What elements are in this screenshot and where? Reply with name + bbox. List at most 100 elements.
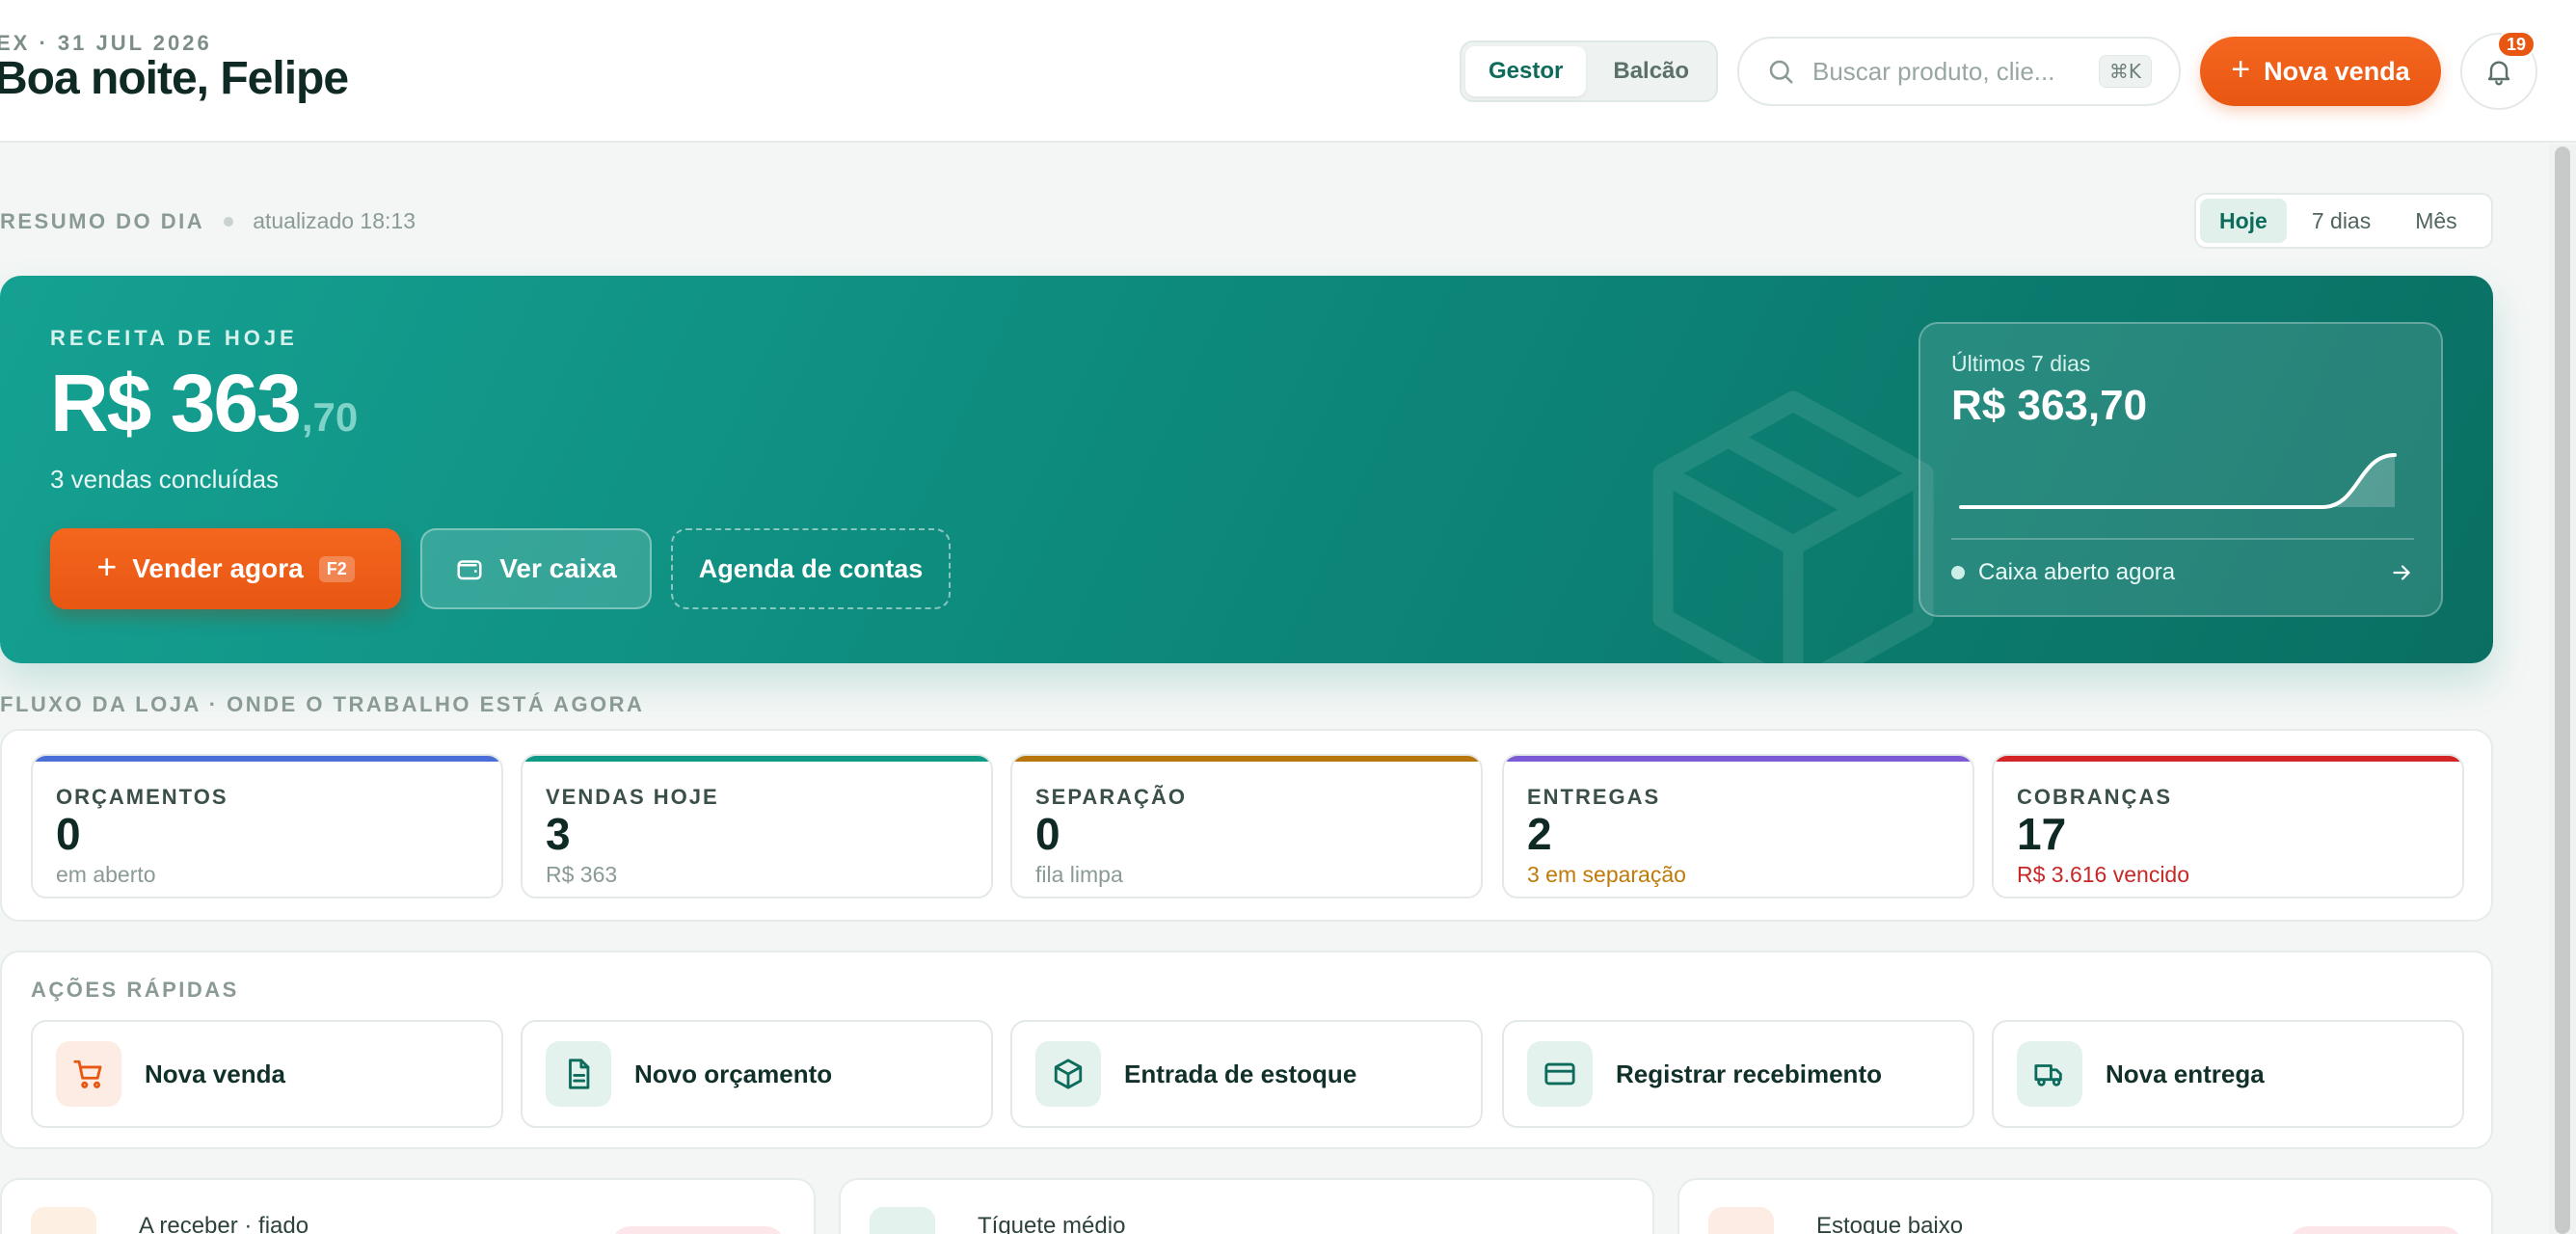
range-month-button[interactable]: Mês [2396, 199, 2476, 243]
quick-action-register-payment[interactable]: Registrar recebimento [1502, 1020, 1974, 1128]
wallet-icon [457, 560, 482, 580]
flow-card-title: VENDAS HOJE [546, 785, 719, 809]
new-sale-button[interactable]: + Nova venda [2200, 37, 2441, 106]
flow-card-value: 2 [1527, 809, 1552, 859]
search-placeholder: Buscar produto, clie... [1812, 56, 2055, 86]
revenue-amount: R$ 363 ,70 [50, 357, 358, 450]
card-icon [1544, 1062, 1575, 1086]
receivables-icon [31, 1207, 96, 1234]
notifications-badge: 19 [2497, 31, 2536, 58]
sell-shortcut: F2 [318, 555, 355, 582]
flow-card-orcamentos[interactable]: ORÇAMENTOS 0 em aberto [31, 754, 503, 899]
bottom-card-title: Estoque baixo [1816, 1213, 1964, 1234]
low-stock-card[interactable]: Estoque baixo [1677, 1178, 2493, 1234]
sell-now-button[interactable]: + Vender agora F2 [50, 528, 401, 609]
cash-status-text: Caixa aberto agora [1978, 559, 2176, 585]
flow-card-title: ENTREGAS [1527, 785, 1661, 809]
spark-divider [1951, 538, 2414, 540]
flow-card-entregas[interactable]: ENTREGAS 2 3 em separação [1502, 754, 1974, 899]
top-header: EX · 31 JUL 2026 Boa noite, Felipe Gesto… [0, 0, 2576, 143]
range-today-button[interactable]: Hoje [2200, 199, 2287, 243]
quick-action-stock-entry[interactable]: Entrada de estoque [1010, 1020, 1483, 1128]
flow-card-value: 0 [56, 809, 81, 859]
bottom-card-pill [611, 1226, 785, 1234]
spark-value: R$ 363,70 [1951, 382, 2148, 429]
arrow-right-icon[interactable] [2389, 560, 2414, 585]
range-switch: Hoje 7 dias Mês [2194, 193, 2493, 249]
new-sale-label: Nova venda [2264, 56, 2410, 86]
flow-card-bar [1994, 756, 2462, 762]
revenue-hero-card: RECEITA DE HOJE R$ 363 ,70 3 vendas conc… [0, 276, 2493, 663]
average-ticket-card[interactable]: Tíquete médio [839, 1178, 1654, 1234]
flow-card-value: 0 [1035, 809, 1060, 859]
flow-card-value: 3 [546, 809, 571, 859]
quick-action-label: Entrada de estoque [1124, 1059, 1357, 1088]
range-7days-button[interactable]: 7 dias [2293, 199, 2390, 243]
qa-icon-wrap [1035, 1041, 1101, 1107]
flow-card-bar [523, 756, 991, 762]
low-stock-icon [1708, 1207, 1774, 1234]
quick-action-label: Novo orçamento [634, 1059, 833, 1088]
bottom-card-pill [2289, 1226, 2462, 1234]
revenue-amount-cents: ,70 [301, 394, 359, 440]
quick-action-label: Nova venda [145, 1059, 285, 1088]
bottom-card-title: A receber · fiado [139, 1213, 309, 1234]
receivables-card[interactable]: A receber · fiado [0, 1178, 816, 1234]
flow-card-vendas[interactable]: VENDAS HOJE 3 R$ 363 [521, 754, 993, 899]
flow-card-title: ORÇAMENTOS [56, 785, 228, 809]
status-dot [1951, 566, 1965, 579]
qa-icon-wrap [2017, 1041, 2082, 1107]
sell-now-label: Vender agora [132, 553, 304, 583]
quick-action-new-quote[interactable]: Novo orçamento [521, 1020, 993, 1128]
flow-card-sub: em aberto [56, 862, 156, 887]
quick-action-new-sale[interactable]: Nova venda [31, 1020, 503, 1128]
flow-card-bar [1504, 756, 1972, 762]
flow-card-value: 17 [2017, 809, 2067, 859]
search-input[interactable]: Buscar produto, clie... ⌘K [1737, 37, 2181, 106]
cash-status-row: Caixa aberto agora [1951, 559, 2414, 586]
flow-card-sub: R$ 363 [546, 862, 618, 887]
scrollbar-thumb[interactable] [2555, 147, 2570, 1234]
view-cash-label: Ver caixa [499, 553, 617, 583]
quick-action-label: Nova entrega [2106, 1059, 2265, 1088]
qa-icon-wrap [546, 1041, 611, 1107]
flow-card-bar [1012, 756, 1481, 762]
flow-card-separacao[interactable]: SEPARAÇÃO 0 fila limpa [1010, 754, 1483, 899]
flow-card-sub: R$ 3.616 vencido [2017, 862, 2190, 887]
search-icon [1769, 60, 1793, 84]
bell-icon [2487, 61, 2510, 86]
greeting-title: Boa noite, Felipe [0, 53, 349, 104]
revenue-eyebrow: RECEITA DE HOJE [50, 326, 298, 350]
sparkline-line [1959, 453, 2397, 509]
search-shortcut: ⌘K [2098, 55, 2152, 88]
plus-icon: + [96, 547, 118, 586]
summary-title: RESUMO DO DIA [0, 208, 205, 233]
quick-action-new-delivery[interactable]: Nova entrega [1992, 1020, 2464, 1128]
mode-balcao-button[interactable]: Balcão [1590, 46, 1712, 96]
truck-icon [2034, 1064, 2062, 1086]
summary-label-row: RESUMO DO DIA atualizado 18:13 [0, 208, 416, 234]
quick-actions-panel: AÇÕES RÁPIDAS Nova venda Novo orçamento … [0, 951, 2493, 1149]
last-7-days-card[interactable]: Últimos 7 dias R$ 363,70 Caixa aberto ag… [1919, 322, 2443, 617]
quick-actions-title: AÇÕES RÁPIDAS [31, 978, 239, 1002]
qa-icon-wrap [1527, 1041, 1593, 1107]
flow-card-cobrancas[interactable]: COBRANÇAS 17 R$ 3.616 vencido [1992, 754, 2464, 899]
flow-panel: ORÇAMENTOS 0 em aberto VENDAS HOJE 3 R$ … [0, 729, 2493, 922]
mode-gestor-button[interactable]: Gestor [1465, 46, 1587, 96]
average-ticket-icon [870, 1207, 935, 1234]
document-icon [569, 1059, 590, 1089]
view-cash-button[interactable]: Ver caixa [420, 528, 652, 609]
sales-count: 3 vendas concluídas [50, 465, 280, 494]
flow-label: FLUXO DA LOJA · ONDE O TRABALHO ESTÁ AGO… [0, 692, 645, 716]
cart-icon [73, 1060, 102, 1088]
flow-card-title: SEPARAÇÃO [1035, 785, 1187, 809]
updated-time: atualizado 18:13 [253, 208, 416, 233]
bottom-card-title: Tíquete médio [978, 1213, 1126, 1234]
flow-card-bar [33, 756, 501, 762]
flow-card-sub: 3 em separação [1527, 862, 1686, 887]
flow-card-sub: fila limpa [1035, 862, 1123, 887]
box-icon [1054, 1059, 1083, 1089]
accounts-agenda-button[interactable]: Agenda de contas [671, 528, 951, 609]
separator-dot [224, 216, 234, 227]
plus-icon: + [2231, 50, 2251, 88]
